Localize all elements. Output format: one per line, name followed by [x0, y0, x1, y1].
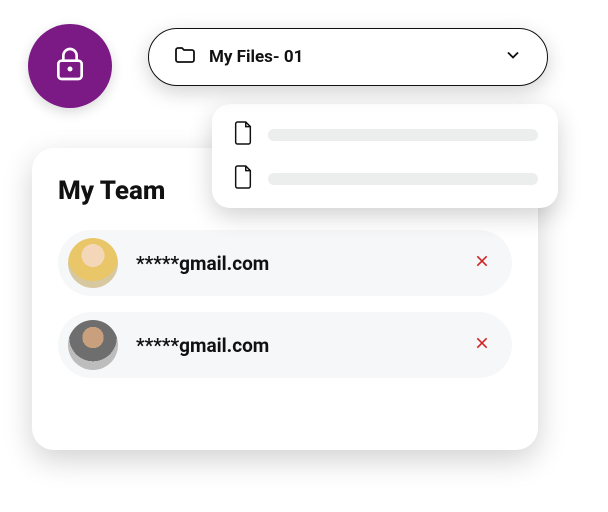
dropdown-item[interactable]: [232, 164, 538, 194]
lock-badge: [28, 24, 112, 108]
close-icon: [474, 335, 490, 355]
remove-member-button[interactable]: [472, 335, 492, 355]
avatar: [68, 238, 118, 288]
team-member-row: *****gmail.com: [58, 312, 512, 378]
dropdown-item-placeholder: [268, 129, 538, 141]
file-icon: [232, 164, 254, 194]
member-email: *****gmail.com: [136, 252, 472, 275]
avatar: [68, 320, 118, 370]
folder-select-label: My Files- 01: [209, 47, 503, 67]
lock-icon: [50, 44, 90, 88]
remove-member-button[interactable]: [472, 253, 492, 273]
folder-dropdown-panel: [212, 104, 558, 208]
folder-icon: [173, 43, 197, 71]
member-email: *****gmail.com: [136, 334, 472, 357]
dropdown-item[interactable]: [232, 120, 538, 150]
team-member-row: *****gmail.com: [58, 230, 512, 296]
dropdown-item-placeholder: [268, 173, 538, 185]
folder-select[interactable]: My Files- 01: [148, 28, 548, 86]
chevron-down-icon: [503, 45, 523, 69]
file-icon: [232, 120, 254, 150]
close-icon: [474, 253, 490, 273]
